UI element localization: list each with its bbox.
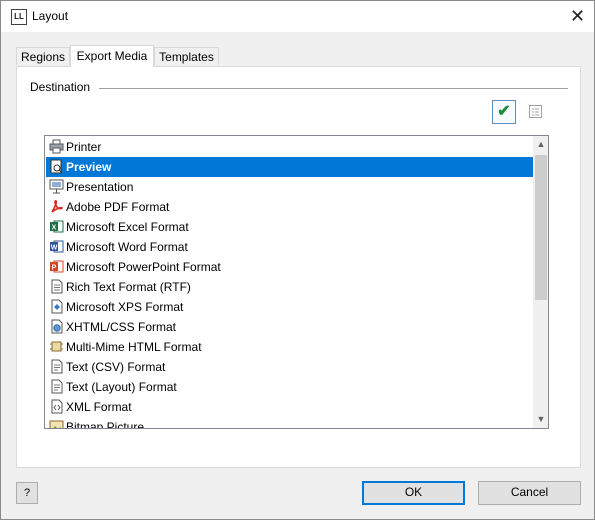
list-item-powerpoint[interactable]: P Microsoft PowerPoint Format: [46, 257, 533, 277]
destination-list[interactable]: Printer Preview Presentation Adobe PDF F…: [44, 135, 549, 429]
xml-icon: [51, 399, 63, 414]
tab-export-media[interactable]: Export Media: [70, 45, 154, 67]
xps-icon: [51, 299, 63, 314]
group-divider: [99, 88, 568, 89]
default-destination-button[interactable]: ✔: [492, 100, 516, 124]
bitmap-icon: [49, 420, 64, 428]
scroll-thumb[interactable]: [535, 155, 547, 300]
properties-list-icon: [529, 105, 542, 118]
pdf-icon: [51, 200, 63, 213]
excel-icon: X: [50, 220, 64, 233]
list-item-excel[interactable]: X Microsoft Excel Format: [46, 217, 533, 237]
presentation-icon: [49, 179, 64, 194]
scroll-up-button[interactable]: ▲: [533, 136, 548, 153]
word-icon: W: [50, 240, 64, 253]
list-item-xhtml[interactable]: XHTML/CSS Format: [46, 317, 533, 337]
cancel-button[interactable]: Cancel: [478, 481, 581, 505]
list-item-rtf[interactable]: Rich Text Format (RTF): [46, 277, 533, 297]
scroll-down-button[interactable]: ▼: [533, 411, 548, 428]
svg-text:W: W: [51, 245, 58, 252]
text-file-icon: [51, 379, 63, 394]
window-title: Layout: [32, 9, 69, 23]
tab-templates[interactable]: Templates: [154, 47, 219, 65]
text-file-icon: [51, 359, 63, 374]
checkmark-icon: ✔: [497, 103, 511, 120]
list-item-bitmap[interactable]: Bitmap Picture: [46, 417, 533, 428]
printer-icon: [49, 139, 64, 154]
list-item-pdf[interactable]: Adobe PDF Format: [46, 197, 533, 217]
ok-button[interactable]: OK: [362, 481, 465, 505]
list-item-text-layout[interactable]: Text (Layout) Format: [46, 377, 533, 397]
close-button[interactable]: ✕: [561, 1, 594, 32]
title-bar: LL Layout ✕: [1, 1, 594, 32]
help-icon: ?: [23, 487, 31, 499]
app-icon: LL: [11, 9, 27, 25]
help-button[interactable]: ?: [16, 482, 38, 504]
list-item-word[interactable]: W Microsoft Word Format: [46, 237, 533, 257]
list-item-preview[interactable]: Preview: [46, 157, 533, 177]
xhtml-icon: [51, 319, 63, 334]
preview-icon: [50, 159, 63, 174]
close-icon: ✕: [569, 6, 586, 26]
svg-text:X: X: [52, 225, 57, 232]
properties-button[interactable]: [528, 104, 543, 119]
tab-regions[interactable]: Regions: [16, 47, 70, 65]
list-item-mime-html[interactable]: Multi-Mime HTML Format: [46, 337, 533, 357]
list-item-presentation[interactable]: Presentation: [46, 177, 533, 197]
list-item-text-csv[interactable]: Text (CSV) Format: [46, 357, 533, 377]
list-scrollbar[interactable]: ▲ ▼: [533, 136, 548, 428]
export-media-panel: Destination ✔ Printer Preview Presentati…: [16, 66, 581, 468]
list-item-xps[interactable]: Microsoft XPS Format: [46, 297, 533, 317]
destination-label: Destination: [30, 80, 95, 94]
svg-text:P: P: [52, 265, 57, 272]
powerpoint-icon: P: [50, 260, 64, 273]
document-icon: [51, 279, 63, 294]
list-item-xml[interactable]: XML Format: [46, 397, 533, 417]
mime-html-icon: [50, 341, 63, 352]
list-item-printer[interactable]: Printer: [46, 137, 533, 157]
layout-dialog: LL Layout ✕ Regions Export Media Templat…: [0, 0, 595, 520]
